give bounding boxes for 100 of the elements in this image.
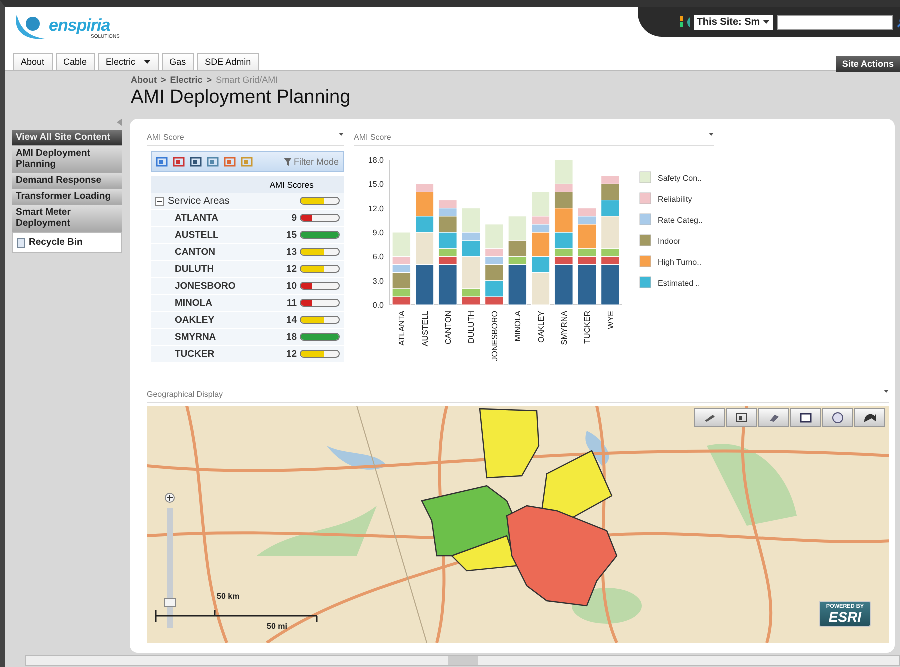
- legend-swatch: [640, 256, 652, 268]
- table-cell: ATLANTA: [151, 210, 240, 226]
- table-cell: AUSTELL: [151, 226, 240, 244]
- sidebar-item[interactable]: View All Site Content: [12, 130, 122, 146]
- legend-label: Indoor: [658, 237, 681, 246]
- toolbar-icon[interactable]: [156, 156, 168, 168]
- nav-tab[interactable]: Electric: [98, 53, 159, 70]
- page-title: AMI Deployment Planning: [131, 87, 352, 109]
- logo-text: enspiria: [49, 16, 110, 35]
- table-cell: CANTON: [151, 244, 240, 260]
- scale-label: 50 mi: [267, 622, 288, 631]
- legend-label: Rate Categ..: [658, 216, 703, 225]
- table-cell: OAKLEY: [151, 312, 240, 328]
- score-value: 13: [286, 246, 297, 258]
- legend-swatch: [640, 172, 652, 184]
- score-value: 18: [286, 332, 297, 342]
- nav-tab[interactable]: SDE Admin: [197, 53, 260, 70]
- group-label: Service Areas: [168, 196, 230, 206]
- category-label: AUSTELL: [420, 311, 430, 347]
- breadcrumb-link[interactable]: Electric: [170, 75, 203, 85]
- caret-icon[interactable]: [884, 390, 889, 393]
- toolbar-icon[interactable]: [173, 156, 185, 168]
- axis-tick-label: 6.0: [372, 252, 384, 262]
- scrollbar-thumb[interactable]: [448, 656, 478, 665]
- collapse-toggle[interactable]: [155, 196, 164, 206]
- arrow-icon: [862, 412, 876, 424]
- zoom-slider[interactable]: [164, 508, 176, 628]
- map-tool-button[interactable]: [694, 408, 725, 427]
- score-value: 14: [286, 314, 297, 326]
- sidebar-item[interactable]: AMI Deployment Planning: [12, 146, 122, 173]
- bar-segment: [416, 264, 434, 306]
- sidebar-item[interactable]: Smart Meter Deployment: [12, 205, 122, 232]
- caret-icon[interactable]: [709, 133, 714, 136]
- bin-icon: [17, 238, 25, 248]
- bar-segment: [578, 208, 596, 217]
- category-label: JONESBORO: [490, 311, 500, 362]
- table-cell: TUCKER: [151, 346, 240, 362]
- category-label: DULUTH: [467, 311, 476, 344]
- axis-tick-label: 18.0: [368, 156, 384, 165]
- score-value: 15: [286, 230, 297, 240]
- legend-swatch: [640, 214, 652, 226]
- category-label: OAKLEY: [536, 311, 546, 344]
- category-label: WYE: [606, 311, 616, 330]
- caret-icon: [763, 20, 770, 24]
- sidebar-item[interactable]: Demand Response: [12, 173, 122, 189]
- map-tool-button[interactable]: [790, 408, 821, 427]
- category-label: CANTON: [444, 311, 453, 345]
- table-cell: DULUTH: [151, 260, 240, 278]
- category-label: ATLANTA: [398, 311, 407, 346]
- score-value: 9: [292, 212, 297, 224]
- filter-icon: [284, 158, 292, 166]
- panel-title: AMI Score: [354, 133, 392, 142]
- map-tool-button[interactable]: [854, 408, 885, 427]
- legend-swatch: [640, 234, 652, 246]
- category-label: MINOLA: [514, 311, 523, 342]
- axis-tick-label: 15.0: [368, 180, 384, 190]
- toolbar-icon[interactable]: [207, 156, 219, 168]
- breadcrumb-separator: >: [161, 75, 166, 85]
- table-cell: JONESBORO: [151, 278, 240, 294]
- column-header: AMI Scores: [240, 176, 344, 193]
- search-field[interactable]: [777, 14, 894, 30]
- sidebar-item[interactable]: Transformer Loading: [12, 189, 122, 205]
- filter-mode-button[interactable]: Filter Mode: [284, 156, 339, 166]
- nav-tab[interactable]: Gas: [162, 53, 194, 70]
- legend-label: Safety Con..: [658, 174, 702, 183]
- legend-label: Estimated ..: [658, 279, 700, 288]
- caret-icon[interactable]: [339, 133, 344, 136]
- score-value: 12: [286, 348, 297, 360]
- breadcrumb-separator: >: [206, 75, 212, 85]
- legend-label: Reliability: [658, 195, 692, 204]
- map-tool-button[interactable]: [758, 408, 789, 427]
- map-tool-button[interactable]: [822, 408, 853, 427]
- table-cell: MINOLA: [151, 294, 240, 312]
- axis-tick-label: 9.0: [372, 228, 384, 238]
- pencil-icon: [702, 412, 716, 422]
- nav-tab[interactable]: About: [13, 53, 53, 70]
- panel-title: AMI Score: [147, 133, 184, 142]
- table-cell: SMYRNA: [151, 328, 240, 346]
- axis-tick-label: 12.0: [368, 204, 384, 214]
- legend-swatch: [640, 276, 652, 288]
- score-value: 12: [286, 264, 297, 274]
- scale-label: 50 km: [217, 592, 240, 601]
- badge-logo-text: ESRI: [828, 610, 862, 624]
- category-label: TUCKER: [583, 311, 592, 344]
- axis-tick-label: 3.0: [372, 276, 384, 286]
- score-value: 11: [286, 298, 297, 308]
- bar-segment: [438, 200, 458, 209]
- category-label: SMYRNA: [560, 311, 569, 346]
- panel-title: Geographical Display: [147, 390, 224, 399]
- nav-tab[interactable]: Cable: [56, 53, 96, 70]
- toolbar-icon[interactable]: [190, 156, 202, 168]
- search-scope-dropdown[interactable]: This Site: Sm: [694, 14, 774, 30]
- breadcrumb-link[interactable]: About: [131, 75, 157, 85]
- frame-icon: [800, 412, 812, 422]
- horizontal-scrollbar[interactable]: [25, 655, 900, 666]
- site-actions-button[interactable]: Site Actions: [836, 56, 900, 72]
- score-value: 10: [286, 280, 297, 292]
- map-tool-button[interactable]: [726, 408, 757, 427]
- panel-icon: [736, 412, 748, 422]
- toolbar-icon[interactable]: [224, 156, 236, 168]
